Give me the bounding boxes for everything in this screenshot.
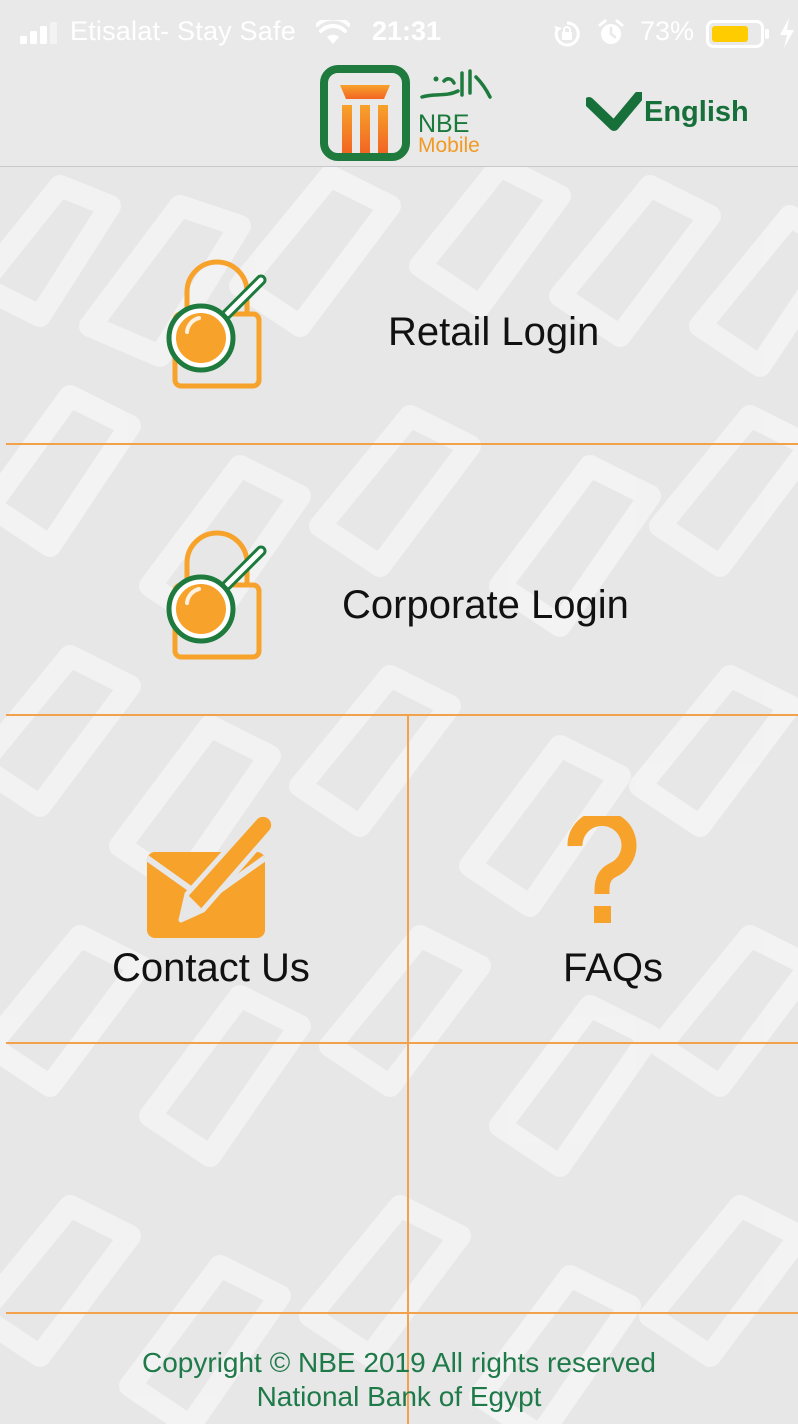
corporate-login-button[interactable]: Corporate Login <box>0 445 798 715</box>
language-label: English <box>644 95 749 128</box>
faqs-label: FAQs <box>563 946 664 990</box>
signal-icon <box>20 22 57 44</box>
battery-percent: 73% <box>640 16 695 46</box>
battery-icon <box>706 20 769 48</box>
mail-pencil-icon <box>145 811 277 938</box>
mobile-wordmark: Mobile <box>418 134 480 157</box>
charging-icon <box>780 18 794 48</box>
footer: Copyright © NBE 2019 All rights reserved… <box>0 1346 798 1414</box>
retail-login-label: Retail Login <box>388 310 600 354</box>
faqs-button[interactable]: FAQs <box>409 716 798 1043</box>
wifi-icon <box>316 20 350 44</box>
corporate-lock-search-icon <box>166 530 267 660</box>
nbe-logo: NBE Mobile <box>320 65 500 161</box>
divider-bottom <box>6 1312 798 1314</box>
rotation-lock-icon <box>554 21 580 47</box>
nbe-arabic-wordmark <box>420 69 492 99</box>
app-header: NBE Mobile English <box>0 62 798 167</box>
status-time: 21:31 <box>372 16 442 46</box>
retail-lock-search-icon <box>166 259 267 389</box>
retail-login-button[interactable]: Retail Login <box>0 166 798 444</box>
divider-middle <box>6 1042 798 1044</box>
nbe-logo-mark-icon <box>320 65 410 161</box>
bank-name-text: National Bank of Egypt <box>256 1381 542 1412</box>
chevron-down-icon <box>586 92 642 131</box>
alarm-icon <box>598 19 624 44</box>
question-mark-icon <box>567 816 637 923</box>
carrier-name: Etisalat- Stay Safe <box>70 16 296 46</box>
app-screen: Etisalat- Stay Safe 21:31 73% NBE Mobile… <box>0 0 798 1424</box>
copyright-text: Copyright © NBE 2019 All rights reserved <box>142 1347 656 1378</box>
contact-us-button[interactable]: Contact Us <box>0 716 407 1043</box>
language-selector[interactable]: English <box>586 90 749 134</box>
status-bar: Etisalat- Stay Safe 21:31 73% <box>0 0 798 62</box>
contact-us-label: Contact Us <box>112 946 310 990</box>
corporate-login-label: Corporate Login <box>342 583 629 627</box>
